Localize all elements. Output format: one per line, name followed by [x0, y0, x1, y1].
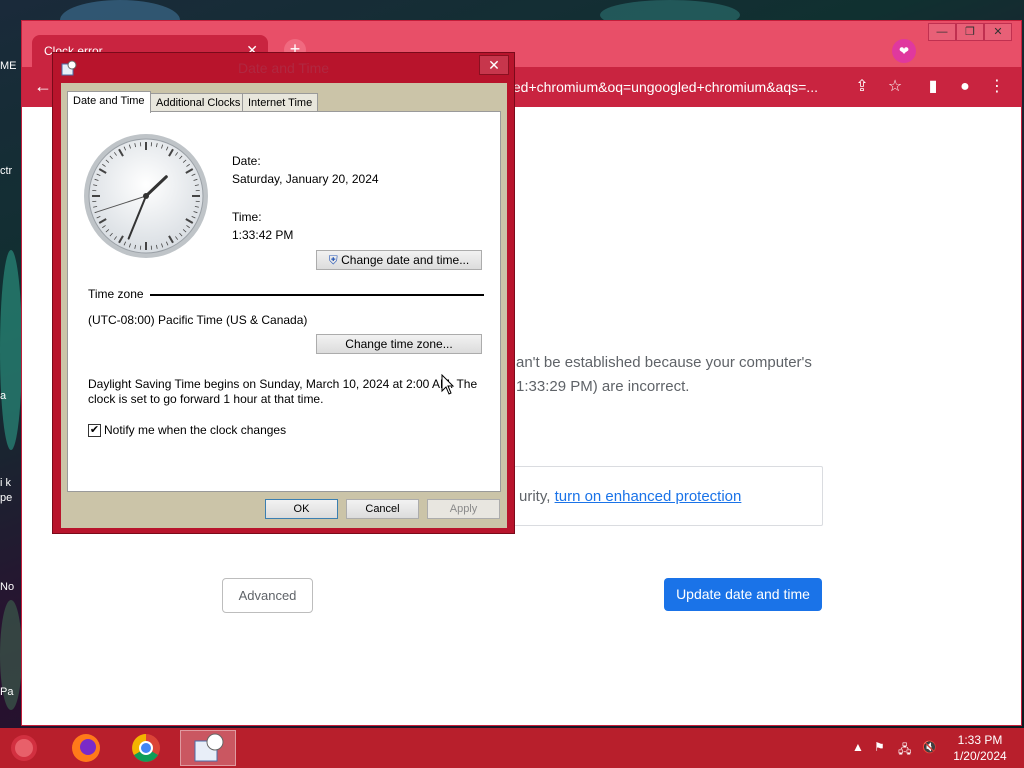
cancel-button[interactable]: Cancel [346, 499, 419, 519]
tab-additional-clocks[interactable]: Additional Clocks [150, 93, 247, 112]
ok-button[interactable]: OK [265, 499, 338, 519]
date-label: Date: [232, 154, 261, 168]
taskbar-clock-time: 1:33 PM [957, 733, 1003, 747]
desktop-icon-label[interactable]: pe [0, 492, 12, 504]
start-orb-icon[interactable] [4, 730, 44, 766]
bookmark-star-icon[interactable]: ☆ [884, 76, 906, 98]
firefox-icon[interactable] [58, 730, 114, 766]
minimize-button[interactable]: — [928, 23, 956, 41]
action-center-flag-icon[interactable]: ⚑ [874, 740, 885, 754]
dialog-title: Date and Time [237, 60, 330, 76]
menu-kebab-icon[interactable]: ⋮ [986, 76, 1008, 98]
back-arrow-icon[interactable]: ← [34, 76, 52, 97]
advanced-button[interactable]: Advanced [222, 578, 313, 613]
volume-muted-icon[interactable]: 🔇 [922, 740, 937, 754]
notify-checkbox[interactable]: ✔ [88, 424, 101, 437]
wallpaper-blob [0, 250, 22, 450]
tab-internet-time[interactable]: Internet Time [242, 93, 319, 112]
chrome-icon[interactable] [118, 730, 174, 766]
address-bar[interactable]: gled+chromium&oq=ungoogled+chromium&aqs=… [502, 73, 842, 101]
error-message-line1: an't be established because your compute… [516, 354, 812, 371]
error-message-line2: 1:33:29 PM) are incorrect. [516, 378, 690, 395]
desktop-icon-label[interactable]: Pa [0, 686, 13, 698]
desktop-icon-label[interactable]: ctr [0, 165, 12, 177]
date-value: Saturday, January 20, 2024 [232, 172, 379, 186]
mouse-cursor-icon [441, 374, 455, 395]
desktop-icon-label[interactable]: i k [0, 477, 11, 489]
desktop-icon-label[interactable]: No [0, 581, 14, 593]
dst-info-line2: clock is set to go forward 1 hour at tha… [88, 392, 324, 406]
time-value: 1:33:42 PM [232, 228, 294, 242]
profile-badge-icon[interactable]: ❤ [892, 39, 916, 63]
date-time-panel: Date: Saturday, January 20, 2024 Time: 1… [67, 111, 501, 492]
safe-browsing-infobox: urity, turn on enhanced protection [498, 466, 823, 526]
tab-date-and-time[interactable]: Date and Time [67, 91, 151, 113]
taskbar-clock[interactable]: 1:33 PM 1/20/2024 [948, 732, 1012, 764]
date-time-settings-taskbar-icon[interactable] [180, 730, 236, 766]
update-date-time-button[interactable]: Update date and time [664, 578, 822, 611]
desktop-icon-label[interactable]: a [0, 390, 6, 402]
dst-info-line1: Daylight Saving Time begins on Sunday, M… [88, 377, 478, 391]
apply-button[interactable]: Apply [427, 499, 500, 519]
change-time-zone-button[interactable]: Change time zone... [316, 334, 482, 354]
notify-label[interactable]: Notify me when the clock changes [104, 423, 286, 437]
show-hidden-icons[interactable]: ▲ [852, 740, 864, 754]
dialog-close-button[interactable]: ✕ [479, 55, 509, 75]
profile-avatar-icon[interactable]: ● [954, 76, 976, 98]
change-date-time-label: Change date and time... [341, 253, 470, 267]
uac-shield-icon: ⛨ [328, 253, 338, 267]
analog-clock [84, 134, 208, 258]
date-time-dialog: Date and Time ✕ Date and Time Additional… [52, 52, 515, 534]
share-icon[interactable]: ⇪ [851, 76, 873, 98]
infobox-text: urity, [519, 488, 555, 505]
time-label: Time: [232, 210, 262, 224]
time-zone-value: (UTC-08:00) Pacific Time (US & Canada) [88, 313, 308, 327]
network-icon[interactable]: 🖧 [898, 740, 911, 761]
close-window-button[interactable]: ✕ [984, 23, 1012, 41]
time-zone-header: Time zone [88, 287, 150, 301]
maximize-button[interactable]: ❐ [956, 23, 984, 41]
desktop-icon-label[interactable]: ME [0, 60, 17, 72]
taskbar: ▲ ⚑ 🖧 🔇 1:33 PM 1/20/2024 [0, 728, 1024, 768]
enhanced-protection-link[interactable]: turn on enhanced protection [555, 488, 742, 505]
dialog-client-area: Date and Time Additional Clocks Internet… [61, 83, 507, 528]
taskbar-clock-date: 1/20/2024 [953, 749, 1007, 763]
change-date-time-button[interactable]: ⛨ Change date and time... [316, 250, 482, 270]
side-panel-icon[interactable]: ▮ [922, 76, 944, 98]
clock-center [143, 193, 149, 199]
